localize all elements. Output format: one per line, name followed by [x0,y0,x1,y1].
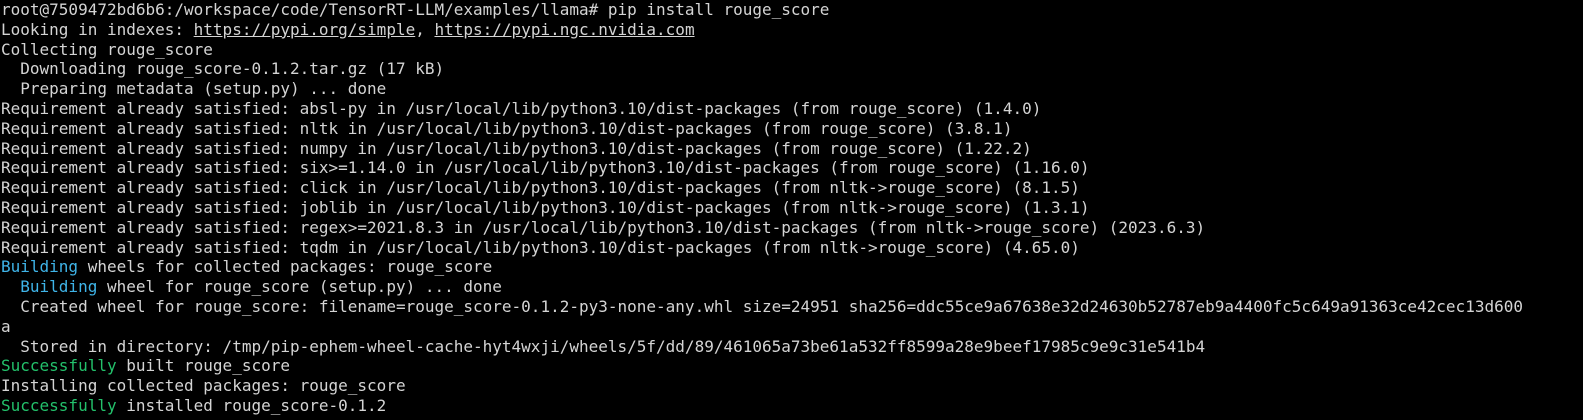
terminal-window[interactable]: root@7509472bd6b6:/workspace/code/Tensor… [0,0,1583,420]
output-line-req-tqdm: Requirement already satisfied: tqdm in /… [1,237,1080,257]
output-line-req-six: Requirement already satisfied: six>=1.14… [1,158,1090,178]
installed-text: installed rouge_score-0.1.2 [116,395,387,415]
building-wheels-text: wheels for collected packages: rouge_sco… [78,257,493,277]
command-prompt-line: root@7509472bd6b6:/workspace/code/Tensor… [1,0,1583,20]
output-line-req-regex: Requirement already satisfied: regex>=20… [1,217,1206,237]
output-line-downloading: Downloading rouge_score-0.1.2.tar.gz (17… [1,59,445,79]
output-line-created-wheel: Created wheel for rouge_score: filename=… [1,296,1523,316]
output-line-req-click: Requirement already satisfied: click in … [1,178,1080,198]
output-line-installing: Installing collected packages: rouge_sco… [1,376,406,396]
output-line-req-joblib: Requirement already satisfied: joblib in… [1,197,1090,217]
prompt-command-text: root@7509472bd6b6:/workspace/code/Tensor… [1,0,830,19]
ngc-pypi-link[interactable]: https://pypi.ngc.nvidia.com [434,20,694,39]
url-separator: , [415,19,435,39]
output-line-req-absl: Requirement already satisfied: absl-py i… [1,98,1042,118]
output-line-building-wheels: Building wheels for collected packages: … [1,257,1583,277]
output-line-stored-directory: Stored in directory: /tmp/pip-ephem-whee… [1,336,1206,356]
success-keyword: Successfully [1,395,117,415]
output-line-collecting: Collecting rouge_score [1,39,213,59]
output-line-req-nltk: Requirement already satisfied: nltk in /… [1,118,1013,138]
built-text: built rouge_score [116,356,290,376]
output-line-preparing-metadata: Preparing metadata (setup.py) ... done [1,79,387,99]
index-label: Looking in indexes: [1,19,194,39]
index-urls-line: Looking in indexes: https://pypi.org/sim… [1,20,1583,40]
output-line-req-numpy: Requirement already satisfied: numpy in … [1,138,1032,158]
output-line-built-success: Successfully built rouge_score [1,356,1583,376]
building-keyword: Building [20,277,98,297]
output-line-building-wheel: Building wheel for rouge_score (setup.py… [1,277,1583,297]
pypi-link[interactable]: https://pypi.org/simple [194,20,416,39]
building-keyword: Building [1,257,79,277]
output-line-installed-success: Successfully installed rouge_score-0.1.2 [1,396,1583,416]
building-wheel-text: wheel for rouge_score (setup.py) ... don… [97,277,502,297]
success-keyword: Successfully [1,356,117,376]
output-line-wrapped-hash-tail: a [1,316,11,336]
